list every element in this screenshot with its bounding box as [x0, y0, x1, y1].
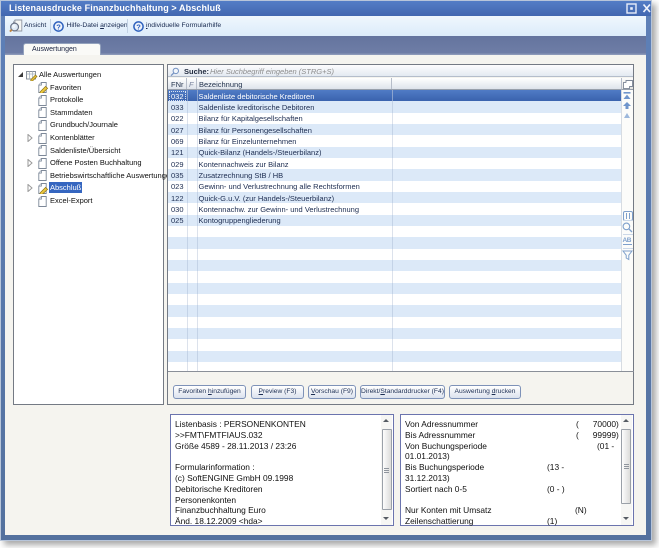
svg-text:?: ?: [136, 22, 141, 31]
svg-text:?: ?: [56, 22, 61, 31]
